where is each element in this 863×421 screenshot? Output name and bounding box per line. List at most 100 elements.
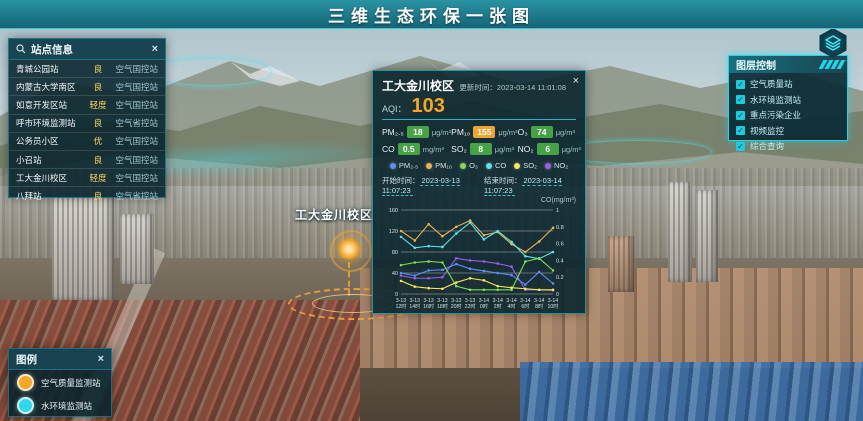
checkbox-checked-icon[interactable]: ✓ — [736, 95, 745, 104]
pollutant-item: SO₂ 8 μg/m³ — [451, 143, 517, 155]
pollutant-trend-chart: 0408012016000.20.40.60.813-1312时3-1314时3… — [382, 204, 576, 316]
popup-title: 工大金川校区 — [382, 77, 454, 94]
svg-text:3-1322时: 3-1322时 — [465, 298, 476, 310]
legend-dot — [486, 163, 492, 169]
legend-entry[interactable]: O₃ — [460, 161, 478, 170]
station-row[interactable]: 小召站 良 空气国控站 — [9, 151, 165, 169]
pollutant-value-badge: 74 — [531, 126, 553, 138]
pollutant-value-badge: 18 — [407, 126, 429, 138]
industrial-roofs — [520, 362, 863, 421]
layer-label: 视频监控 — [750, 125, 784, 137]
building — [608, 236, 634, 292]
app-window: 工大金川校区 三维生态环保一张图 站点信息 × 青城公园站 良 空气国控站 内蒙… — [0, 0, 863, 421]
legend-dot — [514, 163, 520, 169]
checkbox-checked-icon[interactable]: ✓ — [736, 126, 745, 135]
start-time-field[interactable]: 开始时间：2023-03-13 11:07:23 — [382, 175, 474, 195]
time-range-row: 开始时间：2023-03-13 11:07:23 结束时间：2023-03-14… — [382, 175, 576, 195]
legend-entry[interactable]: NO₂ — [545, 161, 568, 170]
pollutant-item: PM₁₀ 155 μg/m³ — [451, 126, 517, 138]
station-grade: 良 — [86, 63, 110, 75]
station-grade: 优 — [86, 135, 110, 147]
station-row[interactable]: 八拜站 良 空气省控站 — [9, 187, 165, 204]
svg-text:3-140时: 3-140时 — [479, 298, 489, 310]
checkbox-checked-icon[interactable]: ✓ — [736, 80, 745, 89]
svg-text:3-1318时: 3-1318时 — [437, 298, 448, 310]
layer-control-title: 图层控制 — [736, 57, 776, 72]
layer-toggle[interactable]: ✓ 视频监控 — [736, 125, 840, 137]
top-banner: 三维生态环保一张图 — [0, 0, 863, 29]
layer-items: ✓ 空气质量站 ✓ 水环境监测站 ✓ 重点污染企业 ✓ 视频监控 ✓ 综合查询 — [729, 73, 847, 157]
station-rows: 青城公园站 良 空气国控站 内蒙古大学南区 良 空气国控站 如意开发区站 轻度 … — [9, 60, 165, 205]
layer-label: 水环境监测站 — [750, 94, 801, 106]
layer-toggle[interactable]: ✓ 重点污染企业 — [736, 109, 840, 121]
layer-label: 空气质量站 — [750, 78, 793, 90]
station-list-title: 站点信息 — [31, 42, 73, 57]
legend-dot — [426, 163, 432, 169]
station-type: 空气国控站 — [110, 99, 158, 111]
search-icon — [16, 44, 26, 54]
station-type: 空气国控站 — [110, 154, 158, 166]
close-icon[interactable]: × — [152, 44, 158, 55]
svg-text:3-1316时: 3-1316时 — [423, 298, 434, 310]
station-name: 内蒙古大学南区 — [16, 81, 86, 93]
station-row[interactable]: 工大金川校区 轻度 空气国控站 — [9, 169, 165, 187]
close-icon[interactable]: × — [98, 354, 104, 365]
station-map-label[interactable]: 工大金川校区 — [295, 206, 373, 223]
pollutant-value-badge: 0.5 — [398, 143, 420, 155]
legend-dot — [390, 163, 396, 169]
end-time-field[interactable]: 结束时间：2023-03-14 11:07:23 — [484, 175, 576, 195]
svg-text:3-1320时: 3-1320时 — [451, 298, 462, 310]
legend-items: 空气质量监测站 水环境监测站 — [9, 370, 111, 418]
station-name: 小召站 — [16, 154, 86, 166]
tall-building-left — [52, 196, 114, 300]
station-detail-popup: × 工大金川校区 更新时间：2023-03-14 11:01:08 AQI： 1… — [372, 70, 586, 314]
legend-entry[interactable]: PM₂.₅ — [390, 161, 418, 170]
station-row[interactable]: 青城公园站 良 空气国控站 — [9, 60, 165, 78]
station-grade: 良 — [86, 81, 110, 93]
station-name: 青城公园站 — [16, 63, 86, 75]
checkbox-checked-icon[interactable]: ✓ — [736, 142, 745, 151]
tower-right-2 — [696, 190, 718, 282]
svg-text:80: 80 — [392, 250, 398, 256]
map-legend-panel: 图例 × 空气质量监测站 水环境监测站 — [8, 348, 112, 417]
legend-item-label: 空气质量监测站 — [41, 377, 101, 389]
legend-entry[interactable]: CO — [486, 161, 506, 170]
layer-toggle[interactable]: ✓ 水环境监测站 — [736, 94, 840, 106]
tower-right-1 — [668, 182, 692, 282]
layer-toggle[interactable]: ✓ 空气质量站 — [736, 78, 840, 90]
header-stripes-decoration — [821, 60, 843, 69]
station-row[interactable]: 内蒙古大学南区 良 空气国控站 — [9, 78, 165, 96]
svg-text:1: 1 — [556, 208, 559, 214]
layer-toggle[interactable]: ✓ 综合查询 — [736, 140, 840, 152]
layer-label: 综合查询 — [750, 140, 784, 152]
legend-item: 水环境监测站 — [17, 397, 103, 414]
terrain-contour-glow — [150, 58, 272, 86]
layer-control-panel: 图层控制 ✓ 空气质量站 ✓ 水环境监测站 ✓ 重点污染企业 ✓ 视频监控 ✓ — [728, 55, 848, 141]
station-name: 公务员小区 — [16, 135, 86, 147]
pollutant-trend-chart-wrap: 0408012016000.20.40.60.813-1312时3-1314时3… — [382, 204, 576, 316]
air-station-marker-icon[interactable] — [338, 238, 360, 260]
close-icon[interactable]: × — [573, 75, 579, 87]
station-grade: 轻度 — [86, 99, 110, 111]
svg-text:3-1314时: 3-1314时 — [409, 298, 420, 310]
legend-entry[interactable]: PM₁₀ — [426, 161, 452, 170]
station-name: 工大金川校区 — [16, 172, 86, 184]
station-row[interactable]: 呼市环境监测站 良 空气省控站 — [9, 115, 165, 133]
station-row[interactable]: 公务员小区 优 空气国控站 — [9, 133, 165, 151]
checkbox-checked-icon[interactable]: ✓ — [736, 111, 745, 120]
aqi-label: AQI： — [382, 102, 407, 115]
legend-dot — [460, 163, 466, 169]
update-time: 更新时间：2023-03-14 11:01:08 — [459, 82, 576, 93]
station-type: 空气省控站 — [110, 117, 158, 129]
station-grade: 良 — [86, 117, 110, 129]
pollutant-item: O₃ 74 μg/m³ — [518, 126, 581, 138]
aqi-row: AQI： 103 — [382, 96, 576, 120]
station-type: 空气国控站 — [110, 63, 158, 75]
svg-text:40: 40 — [392, 271, 398, 277]
station-row[interactable]: 如意开发区站 轻度 空气国控站 — [9, 96, 165, 114]
legend-entry[interactable]: SO₂ — [514, 161, 537, 170]
pollutant-value-badge: 155 — [473, 126, 495, 138]
water-station-legend-icon — [17, 397, 34, 414]
station-grade: 轻度 — [86, 172, 110, 184]
legend-header: 图例 × — [9, 349, 111, 370]
